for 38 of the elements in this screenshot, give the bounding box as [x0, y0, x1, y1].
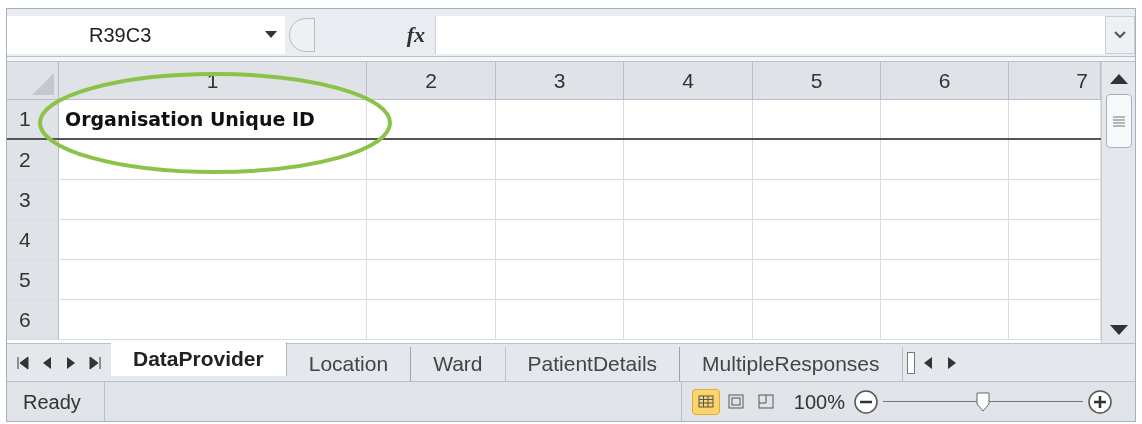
chevron-down-icon — [1114, 30, 1126, 39]
column-header[interactable]: 5 — [753, 62, 881, 99]
zoom-level[interactable]: 100% — [793, 386, 845, 417]
grip-icon — [1112, 115, 1125, 127]
insert-function-button[interactable]: fx — [406, 18, 425, 51]
row-header[interactable]: 4 — [7, 220, 59, 259]
column-header[interactable]: 6 — [881, 62, 1009, 99]
row-header[interactable]: 1 — [7, 100, 59, 138]
zoom-slider-thumb[interactable] — [976, 391, 990, 412]
normal-view-button[interactable] — [691, 388, 720, 415]
scroll-tabs-right-icon[interactable] — [946, 355, 957, 370]
formula-divider-handle[interactable] — [289, 17, 315, 52]
row-header[interactable]: 3 — [7, 180, 59, 219]
scroll-down-icon[interactable] — [1109, 325, 1128, 335]
row-header[interactable]: 6 — [7, 300, 59, 339]
sheet-tab[interactable]: DataProvider — [111, 342, 287, 376]
name-box[interactable]: R39C3 — [7, 15, 285, 54]
zoom-out-icon[interactable] — [853, 388, 879, 415]
vertical-scrollbar[interactable] — [1101, 62, 1135, 343]
scroll-up-icon[interactable] — [1109, 74, 1128, 84]
column-header[interactable]: 3 — [496, 62, 624, 99]
column-header[interactable]: 4 — [624, 62, 753, 99]
tab-split-handle[interactable] — [906, 351, 915, 374]
row-header[interactable]: 5 — [7, 260, 59, 299]
status-text: Ready — [23, 389, 81, 415]
prev-sheet-icon[interactable] — [41, 355, 53, 370]
expand-formula-button[interactable] — [1105, 15, 1135, 54]
scroll-thumb[interactable] — [1105, 94, 1132, 148]
scroll-tabs-left-icon[interactable] — [922, 355, 933, 370]
row-header[interactable]: 2 — [7, 140, 59, 179]
next-sheet-icon[interactable] — [65, 355, 77, 370]
table-cell-text: Organisation Unique ID — [65, 106, 315, 132]
last-sheet-icon[interactable] — [89, 355, 101, 370]
dropdown-caret-icon — [265, 30, 277, 39]
formula-input[interactable] — [435, 15, 1105, 54]
first-sheet-icon[interactable] — [17, 355, 29, 370]
zoom-in-icon[interactable] — [1087, 388, 1113, 415]
column-header[interactable]: 2 — [367, 62, 496, 99]
